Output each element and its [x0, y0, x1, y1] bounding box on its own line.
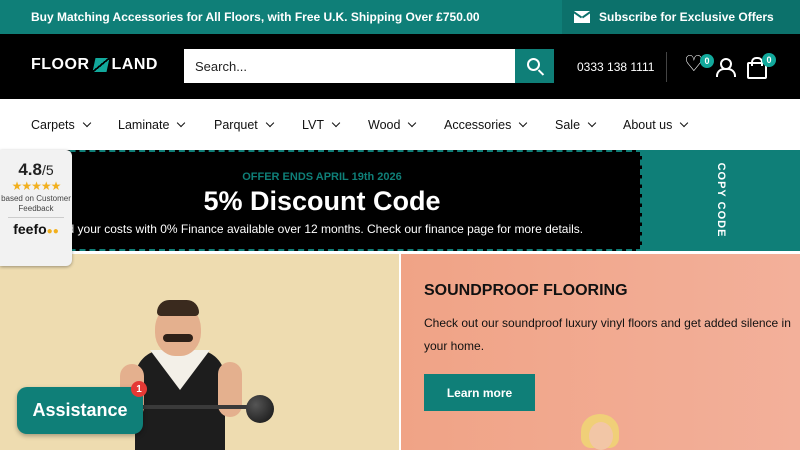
logo-mark-icon — [92, 58, 109, 72]
feefo-logo-text: feefo — [13, 221, 47, 237]
chevron-down-icon — [587, 118, 597, 128]
search-input[interactable]: Search... — [184, 49, 515, 83]
hero-title: SOUNDPROOF FLOORING — [424, 282, 628, 299]
strongman-hair — [157, 300, 199, 316]
feefo-rating-badge[interactable]: 4.8/5 ★★★★★ based on Customer Feedback f… — [0, 150, 72, 266]
announcement-message: Buy Matching Accessories for All Floors,… — [31, 10, 480, 24]
feefo-logo: feefo●● — [0, 221, 72, 237]
chevron-down-icon — [82, 118, 92, 128]
site-logo[interactable]: FLOOR LAND — [31, 56, 158, 74]
nav-item-wood[interactable]: Wood — [368, 118, 417, 132]
offer-ends-text: OFFER ENDS APRIL 19th 2026 — [242, 171, 402, 183]
logo-text-left: FLOOR — [31, 56, 90, 73]
nav-item-accessories[interactable]: Accessories — [444, 118, 528, 132]
chevron-down-icon — [408, 118, 417, 128]
phone-number[interactable]: 0333 138 1111 — [577, 60, 654, 74]
search-button[interactable] — [515, 49, 554, 83]
hero-soundproof-panel: SOUNDPROOF FLOORING Check out our soundp… — [401, 254, 800, 450]
barbell-bar — [128, 405, 258, 409]
strongman-moustache — [163, 334, 193, 342]
announcement-bar: Buy Matching Accessories for All Floors,… — [0, 0, 800, 34]
mail-icon — [574, 11, 590, 23]
site-header: FLOOR LAND Search... 0333 138 1111 0 0 — [0, 34, 800, 99]
subscribe-link[interactable]: Subscribe for Exclusive Offers — [562, 0, 800, 34]
hero-description: Check out our soundproof luxury vinyl fl… — [424, 316, 791, 353]
rating-out-of: /5 — [41, 162, 54, 178]
search-placeholder: Search... — [195, 58, 248, 74]
cart-count-badge: 0 — [762, 53, 776, 67]
discount-headline: 5% Discount Code — [203, 186, 441, 216]
chevron-down-icon — [177, 118, 186, 128]
nav-item-carpets[interactable]: Carpets — [31, 118, 92, 132]
user-icon[interactable] — [715, 57, 736, 77]
chevron-down-icon — [331, 118, 341, 128]
chevron-down-icon — [265, 118, 275, 128]
nav-item-laminate[interactable]: Laminate — [118, 118, 186, 132]
nav-item-label: LVT — [302, 118, 324, 132]
feefo-divider — [8, 217, 64, 218]
chevron-down-icon — [680, 118, 689, 128]
subscribe-label: Subscribe for Exclusive Offers — [599, 10, 774, 24]
search-icon — [526, 58, 540, 71]
nav-item-parquet[interactable]: Parquet — [214, 118, 275, 132]
assistance-chat-button[interactable]: Assistance — [17, 387, 143, 434]
learn-more-button[interactable]: Learn more — [424, 374, 535, 411]
nav-item-sale[interactable]: Sale — [555, 118, 597, 132]
nav-item-label: Parquet — [214, 118, 258, 132]
based-on-text: based on Customer Feedback — [1, 194, 71, 213]
assistance-notification-badge: 1 — [131, 381, 147, 397]
wishlist-count-badge: 0 — [700, 54, 714, 68]
copy-code-label: COPY CODE — [715, 162, 727, 238]
rating-value: 4.8/5 — [0, 160, 72, 180]
copy-code-button[interactable]: COPY CODE — [642, 150, 800, 251]
header-divider — [666, 52, 667, 82]
nav-item-label: Accessories — [444, 118, 512, 132]
nav-item-about-us[interactable]: About us — [623, 118, 689, 132]
chevron-down-icon — [519, 118, 528, 128]
barbell-weight — [246, 395, 274, 423]
nav-item-label: Wood — [368, 118, 401, 132]
nav-item-lvt[interactable]: LVT — [302, 118, 341, 132]
finance-text: ad your costs with 0% Finance available … — [60, 222, 584, 236]
logo-text-right: LAND — [111, 56, 158, 73]
nav-item-label: About us — [623, 118, 673, 132]
feefo-eyes-icon: ●● — [46, 226, 59, 237]
discount-banner: OFFER ENDS APRIL 19th 2026 5% Discount C… — [0, 150, 642, 251]
star-rating-icon: ★★★★★ — [11, 179, 62, 193]
main-nav: Carpets Laminate Parquet LVT Wood Access… — [0, 99, 800, 150]
nav-item-label: Carpets — [31, 118, 75, 132]
nav-item-label: Laminate — [118, 118, 170, 132]
woman-face — [589, 422, 613, 450]
rating-number: 4.8 — [18, 160, 42, 179]
nav-item-label: Sale — [555, 118, 581, 132]
